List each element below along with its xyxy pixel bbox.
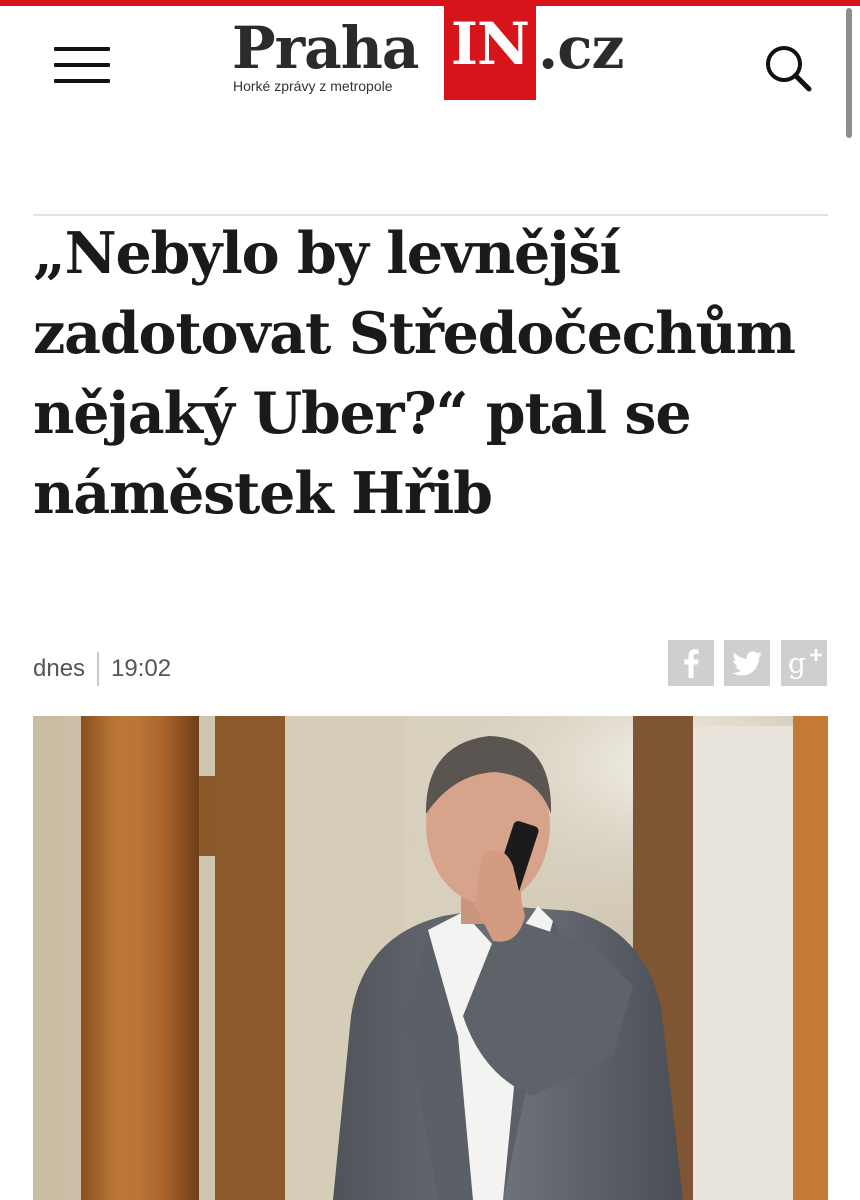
site-logo[interactable]: Praha IN .cz Horké zprávy z metropole	[232, 6, 632, 102]
menu-bar	[54, 79, 110, 83]
facebook-icon	[684, 649, 699, 678]
logo-in-badge: IN	[444, 6, 536, 100]
article-time: 19:02	[111, 655, 172, 682]
google-plus-icon: g	[788, 647, 822, 680]
search-icon[interactable]	[760, 40, 816, 96]
share-facebook-button[interactable]	[668, 640, 714, 686]
scrollbar[interactable]	[846, 8, 852, 138]
svg-text:g: g	[788, 647, 806, 680]
page: Praha IN .cz Horké zprávy z metropole „N…	[0, 0, 860, 1200]
photo-man-on-phone	[33, 716, 828, 1200]
share-google-plus-button[interactable]: g	[781, 640, 827, 686]
article-date: dnes	[33, 655, 86, 682]
logo-cz-text: .cz	[538, 14, 624, 82]
article-headline: „Nebylo by levnější zadotovat Středočech…	[33, 220, 796, 527]
logo-tagline: Horké zprávy z metropole	[233, 78, 393, 94]
share-twitter-button[interactable]	[724, 640, 770, 686]
article-photo	[33, 716, 828, 1200]
article-meta: dnes 19:02	[33, 652, 171, 686]
meta-separator	[97, 652, 100, 686]
twitter-icon	[732, 651, 762, 676]
menu-bar	[54, 47, 110, 51]
menu-bar	[54, 63, 110, 67]
hamburger-menu-icon[interactable]	[54, 47, 110, 85]
logo-praha-text: Praha	[232, 14, 420, 82]
